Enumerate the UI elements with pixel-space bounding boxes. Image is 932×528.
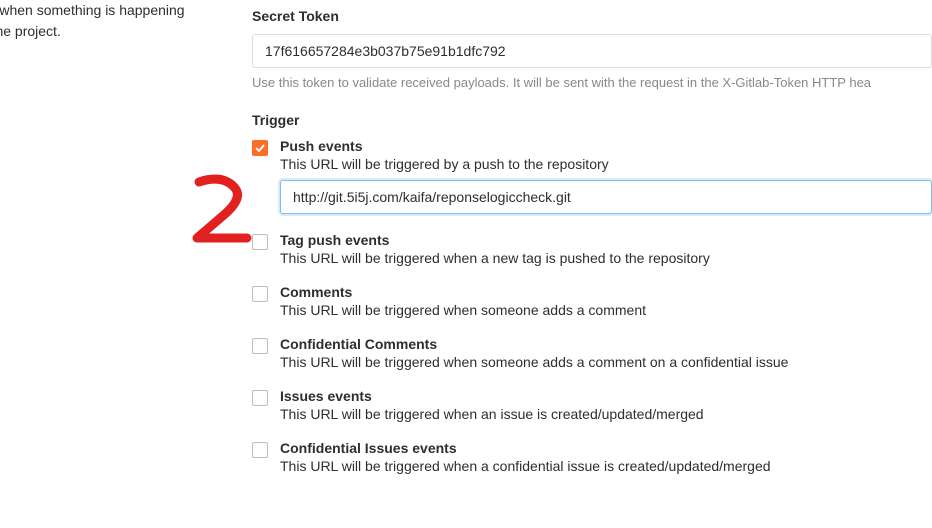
trigger-desc: This URL will be triggered when a new ta… [280,250,932,266]
trigger-title: Push events [280,138,932,154]
secret-token-input[interactable] [252,34,932,68]
trigger-title: Issues events [280,388,932,404]
sidebar-text-line1: vents when something is happening [0,0,190,21]
checkbox-push-events[interactable] [252,140,268,156]
trigger-title: Confidential Issues events [280,440,932,456]
trigger-desc: This URL will be triggered when someone … [280,354,932,370]
trigger-title: Confidential Comments [280,336,932,352]
checkbox-confidential-issues-events[interactable] [252,442,268,458]
trigger-label: Trigger [252,112,932,128]
check-icon [255,143,265,153]
trigger-push-events: Push events This URL will be triggered b… [252,138,932,214]
trigger-confidential-comments: Confidential Comments This URL will be t… [252,336,932,370]
trigger-tag-push-events: Tag push events This URL will be trigger… [252,232,932,266]
push-events-url-input[interactable] [280,180,932,214]
sidebar-text-line2: ithin the project. [0,21,190,42]
trigger-desc: This URL will be triggered when a confid… [280,458,932,474]
sidebar-description: vents when something is happening ithin … [0,0,200,528]
trigger-desc: This URL will be triggered when someone … [280,302,932,318]
trigger-title: Tag push events [280,232,932,248]
trigger-confidential-issues-events: Confidential Issues events This URL will… [252,440,932,474]
trigger-issues-events: Issues events This URL will be triggered… [252,388,932,422]
checkbox-tag-push-events[interactable] [252,234,268,250]
secret-token-label: Secret Token [252,8,932,24]
integration-form: Secret Token Use this token to validate … [200,0,932,528]
trigger-title: Comments [280,284,932,300]
trigger-comments: Comments This URL will be triggered when… [252,284,932,318]
checkbox-comments[interactable] [252,286,268,302]
secret-token-help: Use this token to validate received payl… [252,74,932,92]
checkbox-confidential-comments[interactable] [252,338,268,354]
checkbox-issues-events[interactable] [252,390,268,406]
trigger-list: Push events This URL will be triggered b… [252,138,932,474]
trigger-desc: This URL will be triggered when an issue… [280,406,932,422]
trigger-desc: This URL will be triggered by a push to … [280,156,932,172]
